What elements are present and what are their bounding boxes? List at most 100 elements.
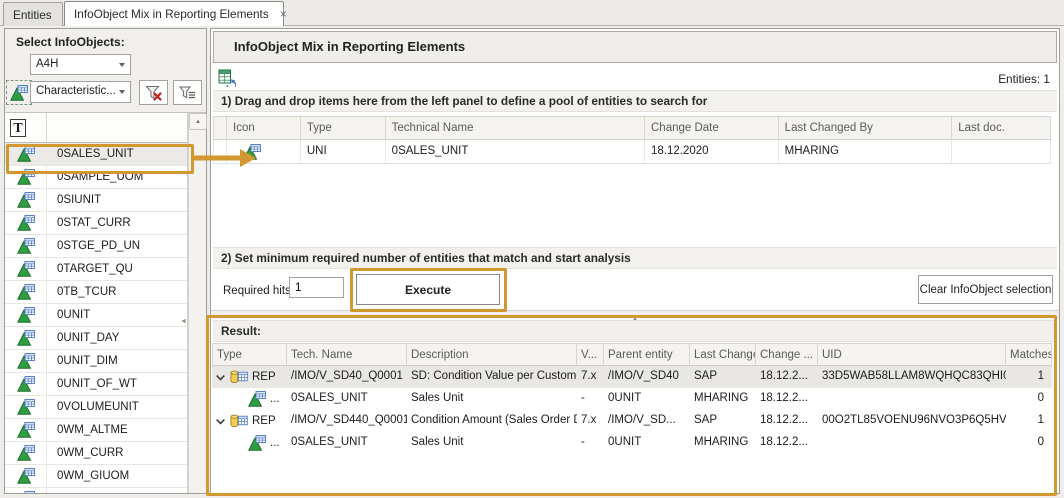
list-item[interactable]: 0UNIT_DIM: [5, 350, 187, 373]
result-row[interactable]: REP /IMO/V_SD40_Q0001 SD: Condition Valu…: [212, 366, 1052, 388]
unit-infoobject-icon: [17, 284, 35, 300]
chevron-down-icon[interactable]: [215, 372, 226, 383]
tab-infoobject-mix[interactable]: InfoObject Mix in Reporting Elements ×: [64, 1, 284, 26]
infoobject-type-button[interactable]: [6, 80, 32, 105]
list-item[interactable]: 0SAMPLE_UOM: [5, 166, 187, 189]
list-item[interactable]: 0UNIT_DAY: [5, 327, 187, 350]
unit-infoobject-icon: [17, 215, 35, 231]
unit-infoobject-icon: [17, 192, 35, 208]
export-to-excel-button[interactable]: [218, 69, 236, 87]
unit-infoobject-icon: [10, 85, 28, 101]
left-panel-title: Select InfoObjects:: [16, 35, 125, 49]
result-row[interactable]: REP /IMO/V_SD440_Q0001 Condition Amount …: [212, 410, 1052, 432]
unit-infoobject-icon: [17, 261, 35, 277]
column-header[interactable]: V...: [577, 343, 604, 366]
list-item[interactable]: 0SALES_UNIT: [5, 143, 187, 166]
section1-header: 1) Drag and drop items here from the lef…: [213, 90, 1057, 112]
required-hits-input[interactable]: [289, 277, 344, 298]
splitter-collapse-left-icon[interactable]: ◄: [180, 318, 187, 325]
column-header[interactable]: Last doc.: [952, 116, 1051, 140]
list-item[interactable]: 0WM_ALTME: [5, 419, 187, 442]
entity-pool-table: Icon Type Technical Name Change Date Las…: [213, 116, 1051, 164]
column-header[interactable]: Matches: [1006, 343, 1052, 366]
infoobject-type-dropdown[interactable]: Characteristic...: [30, 81, 131, 103]
list-item[interactable]: 0UNIT: [5, 304, 187, 327]
unit-infoobject-icon: [248, 435, 266, 451]
report-icon: [230, 369, 248, 385]
unit-infoobject-icon: [17, 491, 35, 493]
text-filter-icon[interactable]: T: [10, 119, 26, 137]
unit-infoobject-icon: [17, 169, 35, 185]
column-header[interactable]: Technical Name: [386, 116, 645, 140]
list-item[interactable]: 0STAT_CURR: [5, 212, 187, 235]
list-header-row[interactable]: T: [5, 113, 187, 143]
unit-infoobject-icon: [248, 391, 266, 407]
column-header[interactable]: Change Date: [645, 116, 779, 140]
column-header[interactable]: Type: [301, 116, 386, 140]
list-item[interactable]: 0UNIT_OF_WT: [5, 373, 187, 396]
application-window: Entities × InfoObject Mix in Reporting E…: [0, 0, 1064, 498]
excel-export-icon: [218, 69, 236, 87]
unit-infoobject-icon: [17, 399, 35, 415]
clear-filter-icon: [145, 85, 162, 101]
result-header: Result:: [213, 320, 1057, 342]
column-header[interactable]: Type: [212, 343, 287, 366]
unit-infoobject-icon: [17, 353, 35, 369]
result-table: Type Tech. Name Description V... Parent …: [212, 343, 1052, 454]
pool-table-header: Icon Type Technical Name Change Date Las…: [213, 116, 1051, 140]
infoobject-mix-panel: InfoObject Mix in Reporting Elements Ent…: [210, 28, 1060, 494]
infoobject-list: T 0SALES_UNIT 0SAMPLE_UOM 0SIUNIT 0STAT_…: [5, 113, 188, 493]
result-row[interactable]: ... 0SALES_UNIT Sales Unit - 0UNIT MHARI…: [212, 432, 1052, 454]
filter-menu-button[interactable]: [173, 80, 202, 105]
tab-entities[interactable]: Entities ×: [3, 2, 63, 26]
list-scrollbar[interactable]: ▲: [188, 113, 206, 493]
horizontal-splitter[interactable]: ▲: [211, 310, 1059, 318]
system-dropdown[interactable]: A4H: [30, 54, 131, 75]
entities-count: Entities: 1: [998, 72, 1050, 86]
column-header[interactable]: Last Change...: [690, 343, 756, 366]
scroll-up-icon: ▲: [195, 119, 201, 125]
column-header[interactable]: Icon: [227, 116, 301, 140]
list-item-partial[interactable]: [5, 488, 187, 493]
page-title-box: InfoObject Mix in Reporting Elements: [213, 31, 1057, 63]
page-title: InfoObject Mix in Reporting Elements: [234, 32, 465, 62]
select-infoobjects-panel: Select InfoObjects: A4H Characteristic..…: [4, 28, 207, 494]
unit-infoobject-icon: [17, 422, 35, 438]
required-hits-label: Required hits:: [223, 281, 294, 301]
close-icon[interactable]: ×: [279, 9, 288, 19]
result-row[interactable]: ... 0SALES_UNIT Sales Unit - 0UNIT MHARI…: [212, 388, 1052, 410]
list-item[interactable]: 0TARGET_QU: [5, 258, 187, 281]
unit-infoobject-icon: [243, 144, 261, 160]
unit-infoobject-icon: [17, 468, 35, 484]
chevron-down-icon[interactable]: [215, 416, 226, 427]
clear-infoobject-selection-button[interactable]: Clear InfoObject selection: [918, 275, 1053, 304]
report-icon: [230, 413, 248, 429]
unit-infoobject-icon: [17, 330, 35, 346]
scroll-up-button[interactable]: ▲: [189, 113, 207, 130]
list-item[interactable]: 0STGE_PD_UN: [5, 235, 187, 258]
unit-infoobject-icon: [17, 146, 35, 162]
section2-header: 2) Set minimum required number of entiti…: [213, 247, 1057, 269]
list-item[interactable]: 0WM_CURR: [5, 442, 187, 465]
list-item[interactable]: 0SIUNIT: [5, 189, 187, 212]
column-header[interactable]: UID: [818, 343, 1006, 366]
list-item[interactable]: 0VOLUMEUNIT: [5, 396, 187, 419]
tab-label: Entities: [13, 8, 52, 22]
list-item[interactable]: 0WM_GIUOM: [5, 465, 187, 488]
unit-infoobject-icon: [17, 445, 35, 461]
unit-infoobject-icon: [17, 376, 35, 392]
filter-menu-icon: [179, 85, 196, 101]
unit-infoobject-icon: [17, 307, 35, 323]
column-header[interactable]: Tech. Name: [287, 343, 407, 366]
column-header[interactable]: Last Changed By: [779, 116, 953, 140]
execute-button[interactable]: Execute: [356, 274, 500, 305]
column-header[interactable]: Parent entity: [604, 343, 690, 366]
list-item[interactable]: 0TB_TCUR: [5, 281, 187, 304]
clear-filter-button[interactable]: [139, 80, 168, 105]
result-table-header: Type Tech. Name Description V... Parent …: [212, 343, 1052, 366]
column-header[interactable]: Description: [407, 343, 577, 366]
tab-label: InfoObject Mix in Reporting Elements: [74, 7, 269, 21]
table-row[interactable]: UNI 0SALES_UNIT 18.12.2020 MHARING: [213, 140, 1051, 164]
unit-infoobject-icon: [17, 238, 35, 254]
column-header[interactable]: Change ...: [756, 343, 818, 366]
